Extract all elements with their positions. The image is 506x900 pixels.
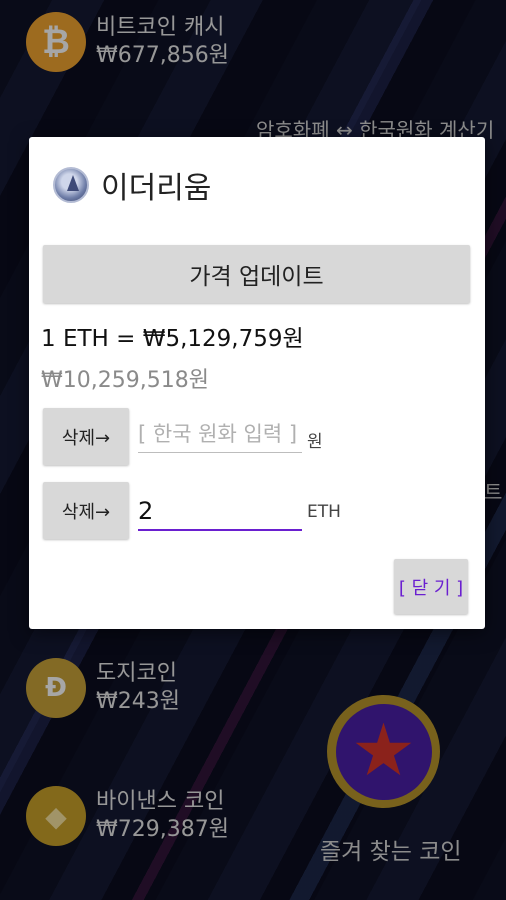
eth-amount-input[interactable] xyxy=(138,493,302,531)
krw-input[interactable] xyxy=(138,415,302,453)
update-price-button[interactable]: 가격 업데이트 xyxy=(43,245,470,303)
dialog-header: 이더리움 xyxy=(53,163,211,207)
exchange-rate: 1 ETH = ₩5,129,759원 xyxy=(41,326,304,352)
delete-krw-button[interactable]: 삭제→ xyxy=(43,408,129,465)
krw-unit: 원 xyxy=(307,432,323,452)
coin-dialog: 이더리움 가격 업데이트 1 ETH = ₩5,129,759원 ₩10,259… xyxy=(29,137,485,629)
eth-unit: ETH xyxy=(307,502,341,522)
dialog-title: 이더리움 xyxy=(101,171,212,206)
ethereum-icon xyxy=(53,167,89,203)
delete-eth-button[interactable]: 삭제→ xyxy=(43,482,129,539)
converted-total: ₩10,259,518원 xyxy=(41,368,209,393)
close-button[interactable]: [ 닫 기 ] xyxy=(394,559,468,614)
